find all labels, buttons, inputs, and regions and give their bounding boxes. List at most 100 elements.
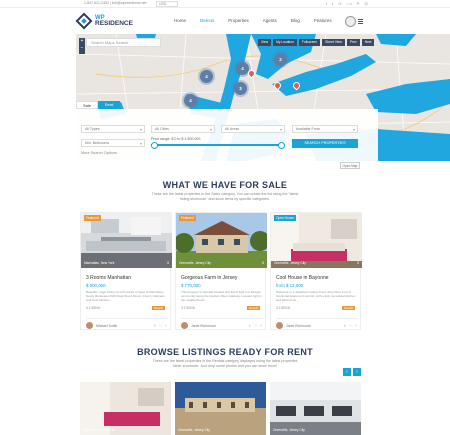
details-button[interactable]: Details [246, 306, 260, 310]
open-house-badge: Open House [274, 215, 296, 221]
sale-section-title: WHAT WE HAVE FOR SALE [162, 180, 288, 190]
featured-badge: Featured [84, 215, 101, 221]
logo[interactable]: WP RESIDENCE [75, 12, 133, 30]
details-button[interactable]: Details [151, 306, 165, 310]
property-image[interactable]: Featured Manhattan, New York 6 [81, 213, 172, 268]
property-card[interactable]: Featured Greenville, Jersey City 8 Gorge… [175, 212, 267, 330]
search-button[interactable]: SEARCH PROPERTIES [292, 139, 358, 148]
map-tool-view[interactable]: View [258, 39, 272, 46]
photo-count: 5 [357, 261, 359, 265]
property-image[interactable]: Open House Greenville, Jersey City 5 [271, 213, 362, 268]
map-tool-fullscreen[interactable]: Fullscreen [298, 39, 321, 46]
avatar[interactable] [86, 322, 93, 329]
next-arrow-icon[interactable]: › [353, 368, 361, 376]
nav-features[interactable]: Features [314, 18, 332, 23]
logo-line2: RESIDENCE [95, 20, 133, 27]
property-title[interactable]: Cool House in Bayonne [276, 275, 329, 281]
share-favorite-icons[interactable]: ⇪ ♡ + [153, 324, 168, 328]
social-icons[interactable]: f t G in P ◎ [326, 1, 370, 6]
property-card[interactable]: Featured Manhattan, New York 6 3 Rooms M… [80, 212, 172, 330]
location-label: Greenville, Jersey City [178, 428, 210, 432]
rent-card[interactable]: Greenville, Jersey City [175, 382, 266, 435]
main-nav: Home Demos Properties Agents Blog Featur… [174, 18, 369, 23]
tab-sale[interactable]: Sale [76, 101, 98, 109]
rent-section-subtitle: These are the latest properties in the R… [152, 359, 298, 368]
agent-row: Janet Richmond ⇪ ♡ + [276, 318, 358, 329]
site-header: WP RESIDENCE Home Demos Properties Agent… [0, 8, 450, 34]
rent-section-title: BROWSE LISTINGS READY FOR RENT [137, 347, 313, 357]
zoom-controls[interactable]: + − [79, 38, 85, 54]
avatar[interactable] [276, 322, 283, 329]
property-card[interactable]: Open House Greenville, Jersey City 5 Coo… [270, 212, 362, 330]
property-price: $ 770,000 [181, 283, 201, 288]
search-panel: Sale Rent All Types All Cities All Areas… [76, 101, 378, 161]
prev-arrow-icon[interactable]: ‹ [343, 368, 351, 376]
map-cluster[interactable]: 3 [234, 82, 247, 95]
map-toolbar: View My Location Fullscreen Street View … [258, 39, 375, 46]
location-label: Greenville, Jersey City [83, 428, 115, 432]
map-cluster[interactable]: 4 [200, 70, 213, 83]
map-cluster[interactable]: 4 [184, 94, 197, 107]
map-tool-location[interactable]: My Location [273, 39, 297, 46]
user-icon[interactable] [345, 16, 356, 27]
types-select[interactable]: All Types [81, 125, 145, 133]
agent-name[interactable]: Janet Richmond [286, 324, 311, 328]
property-price: from $ 12,000 [276, 283, 304, 288]
avatar[interactable] [181, 322, 188, 329]
nav-demos[interactable]: Demos [200, 18, 214, 23]
location-label: Greenville, Jersey City [179, 261, 211, 265]
agent-name[interactable]: Michael Suttle [96, 324, 117, 328]
price-slider[interactable] [151, 142, 285, 149]
slider-arrows: ‹ › [343, 368, 361, 376]
map-tool-prev[interactable]: Prev [346, 39, 360, 46]
property-image[interactable]: Featured Greenville, Jersey City 8 [176, 213, 267, 268]
map-search-input[interactable]: Search Maps Search [86, 38, 161, 47]
nav-home[interactable]: Home [174, 18, 186, 23]
agent-row: Michael Suttle ⇪ ♡ + [86, 318, 168, 329]
share-favorite-icons[interactable]: ⇪ ♡ + [248, 324, 263, 328]
menu-icon[interactable] [358, 19, 363, 24]
photo-count: 6 [167, 261, 169, 265]
property-stats: 4 2 800 ft² [276, 306, 291, 310]
price-range-label: Price range: $ 0 to $ 1.500.000 [151, 137, 201, 141]
location-label: Manhattan, New York [84, 261, 115, 265]
property-title[interactable]: 3 Rooms Manhattan [86, 275, 131, 281]
available-from-field[interactable]: Available From [292, 125, 358, 133]
bedrooms-select[interactable]: Min. Bedrooms [81, 139, 145, 147]
property-description: Beautiful, huge 3 Rooms loft located in … [86, 290, 165, 302]
zoom-in-button[interactable]: + [79, 38, 85, 45]
cities-select[interactable]: All Cities [151, 125, 215, 133]
logo-icon [75, 12, 93, 30]
share-favorite-icons[interactable]: ⇪ ♡ + [343, 324, 358, 328]
nav-properties[interactable]: Properties [228, 18, 249, 23]
property-stats: 3 2 500 ft² [181, 306, 196, 310]
details-button[interactable]: Details [341, 306, 355, 310]
nav-blog[interactable]: Blog [291, 18, 300, 23]
property-price: $ 800,000 [86, 283, 106, 288]
property-title[interactable]: Gorgeous Farm in Jersey [181, 275, 237, 281]
zoom-out-button[interactable]: − [79, 45, 85, 52]
more-options-link[interactable]: More Search Options [81, 151, 117, 155]
contact-info: 1-847-621-2332 | info@wpresidence.net [84, 1, 147, 5]
property-description: Welcome to a detached modern home that o… [276, 290, 356, 302]
areas-select[interactable]: All Areas [221, 125, 285, 133]
agent-row: Janet Richmond ⇪ ♡ + [181, 318, 263, 329]
map-tool-next[interactable]: Next [361, 39, 375, 46]
agent-name[interactable]: Janet Richmond [191, 324, 216, 328]
currency-select[interactable]: USD [156, 1, 178, 7]
rent-card[interactable]: Greenville, Jersey City [80, 382, 171, 435]
rent-card[interactable]: Greenville, Jersey City [270, 382, 361, 435]
location-label: Greenville, Jersey City [273, 428, 305, 432]
map-cluster[interactable]: 2 [274, 53, 287, 66]
open-map-button[interactable]: Open Map [340, 162, 360, 169]
property-description: This property is centrally located and f… [181, 290, 262, 302]
featured-badge: Featured [179, 215, 196, 221]
tab-rent[interactable]: Rent [98, 101, 120, 109]
sale-section-subtitle: These are the latest properties in the S… [151, 192, 299, 201]
nav-agents[interactable]: Agents [263, 18, 277, 23]
top-bar: 1-847-621-2332 | info@wpresidence.net US… [0, 0, 450, 8]
property-stats: 4 3 450 ft² [86, 306, 101, 310]
map-tool-street[interactable]: Street View [322, 39, 345, 46]
search-tabs: Sale Rent [76, 101, 120, 109]
location-label: Greenville, Jersey City [274, 261, 306, 265]
